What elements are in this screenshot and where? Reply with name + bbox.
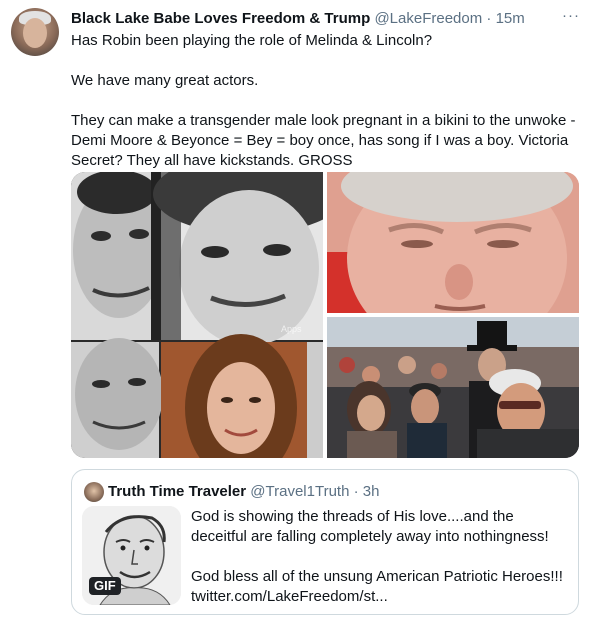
- quoted-tweet-link[interactable]: twitter.com/LakeFreedom/st...: [191, 587, 571, 607]
- author-name[interactable]: Black Lake Babe Loves Freedom & Trump: [71, 10, 370, 27]
- more-horizontal-icon[interactable]: ···: [560, 8, 582, 28]
- media-photo-elderly-man[interactable]: [327, 172, 579, 313]
- quoted-gif-thumbnail[interactable]: GIF: [82, 506, 181, 605]
- tweet-text-line: We have many great actors.: [71, 72, 259, 89]
- tweet-header: Black Lake Babe Loves Freedom & Trump @L…: [71, 9, 525, 29]
- header-separator: ·: [486, 10, 492, 27]
- tweet[interactable]: Black Lake Babe Loves Freedom & Trump @L…: [0, 0, 599, 629]
- avatar-face: [23, 18, 47, 48]
- quoted-author-name[interactable]: Truth Time Traveler: [108, 483, 246, 500]
- crowd-image: [327, 317, 579, 458]
- quoted-text-line: God is showing the threads of His love..…: [191, 508, 549, 545]
- quoted-tweet-text: God is showing the threads of His love..…: [191, 507, 571, 607]
- collage-watermark: Apps: [281, 324, 302, 334]
- quoted-tweet-timestamp[interactable]: 3h: [363, 483, 380, 500]
- quoted-author-handle[interactable]: @Travel1Truth: [250, 483, 349, 500]
- tweet-text-line: They can make a transgender male look pr…: [71, 112, 576, 169]
- quoted-tweet-header: Truth Time Traveler @Travel1Truth · 3h: [108, 482, 379, 502]
- media-photo-crowd[interactable]: [327, 317, 579, 458]
- author-handle[interactable]: @LakeFreedom: [374, 10, 482, 27]
- tweet-text-line: Has Robin been playing the role of Melin…: [71, 32, 433, 49]
- author-avatar[interactable]: [11, 8, 59, 56]
- collage-image: Apps: [71, 172, 323, 458]
- tweet-text: Has Robin been playing the role of Melin…: [71, 31, 586, 171]
- media-photo-collage[interactable]: Apps: [71, 172, 323, 458]
- quoted-header-separator: ·: [353, 483, 359, 500]
- quoted-author-avatar[interactable]: [84, 482, 104, 502]
- elderly-man-image: [327, 172, 579, 313]
- tweet-media-grid: Apps: [71, 172, 579, 458]
- tweet-timestamp[interactable]: 15m: [496, 10, 525, 27]
- quoted-text-line: God bless all of the unsung American Pat…: [191, 568, 563, 585]
- gif-badge: GIF: [89, 577, 121, 595]
- quoted-tweet[interactable]: Truth Time Traveler @Travel1Truth · 3h G…: [71, 469, 579, 615]
